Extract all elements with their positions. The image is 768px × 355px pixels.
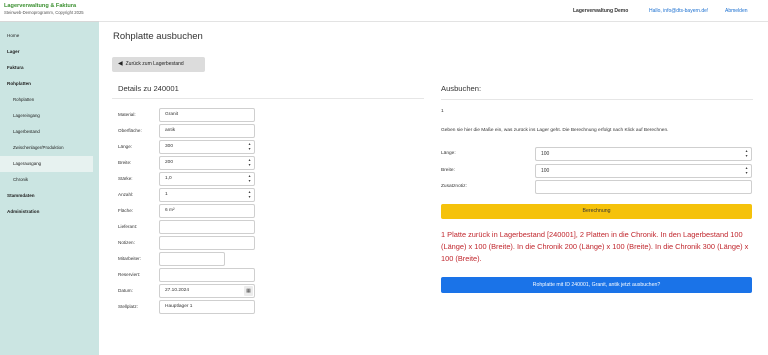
row-laenge: Länge: 100 ▲ ▼ (441, 147, 753, 161)
field-stellplatz-label: Stellplatz: (118, 304, 138, 309)
anzahl-field[interactable]: 1 ▲ ▼ (159, 188, 255, 202)
laenge-value: 300 (165, 144, 174, 149)
reserviert-field[interactable] (159, 268, 255, 282)
field-notizen-label: Notizen: (118, 240, 135, 245)
zusatznotiz-input[interactable] (535, 180, 752, 194)
caret-left-icon: ◀ (118, 61, 123, 67)
spinner-arrows-icon[interactable]: ▲ ▼ (246, 158, 253, 168)
sidebar-item-chronik[interactable]: Chronik (0, 172, 99, 188)
field-oberflaeche: Oberfläche: antik (118, 124, 258, 138)
sidebar-item-zwischenlager[interactable]: Zwischenlager/Produktion (0, 140, 99, 156)
field-staerke: Stärke: 1,0 ▲ ▼ (118, 172, 258, 186)
sidebar-item-faktura[interactable]: Faktura (0, 60, 99, 76)
field-datum-label: Datum: (118, 288, 133, 293)
lieferant-field[interactable] (159, 220, 255, 234)
ausbuchen-heading: Ausbuchen: (441, 84, 482, 93)
sidebar-nav: Home Lager Faktura Rohplatten Rohplatten… (0, 22, 99, 220)
field-lieferant-label: Lieferant: (118, 224, 138, 229)
sidebar-item-home[interactable]: Home (0, 28, 99, 44)
spinner-arrows-icon[interactable]: ▲ ▼ (246, 174, 253, 184)
zusatznotiz-label: Zusatznotiz: (441, 184, 467, 189)
ausbuchen-laenge-value: 100 (541, 151, 550, 157)
sidebar-item-rohplatten[interactable]: Rohplatten (0, 92, 99, 108)
stellplatz-field[interactable]: Hauptlager 1 (159, 300, 255, 314)
details-divider (112, 98, 424, 99)
field-oberflaeche-label: Oberfläche: (118, 128, 142, 133)
sidebar-item-lagerbestand[interactable]: Lagerbestand (0, 124, 99, 140)
berechnung-button[interactable]: Berechnung (441, 204, 752, 219)
breite-value: 200 (165, 160, 174, 165)
back-to-lagerbestand-button[interactable]: ◀ Zurück zum Lagerbestand (112, 57, 205, 72)
ausbuchen-breite-value: 100 (541, 168, 550, 174)
spinner-arrows-icon[interactable]: ▲ ▼ (246, 142, 253, 152)
details-heading: Details zu 240001 (118, 84, 179, 93)
ausbuchen-laenge-input[interactable]: 100 ▲ ▼ (535, 147, 752, 161)
calendar-icon[interactable]: ▦ (244, 286, 253, 296)
material-field[interactable]: Granit (159, 108, 255, 122)
sidebar-item-stammdaten[interactable]: Stammdaten (0, 188, 99, 204)
flaeche-field[interactable]: 6 m² (159, 204, 255, 218)
field-lieferant: Lieferant: (118, 220, 258, 234)
notizen-field[interactable] (159, 236, 255, 250)
page-title: Rohplatte ausbuchen (113, 31, 203, 42)
sidebar-item-lager[interactable]: Lager (0, 44, 99, 60)
sidebar-item-administration[interactable]: Administration (0, 204, 99, 220)
spinner-arrows-icon[interactable]: ▲ ▼ (246, 190, 253, 200)
field-mitarbeiter: Mitarbeiter: (118, 252, 258, 266)
field-reserviert-label: Reserviert: (118, 272, 141, 277)
oberflaeche-field[interactable]: antik (159, 124, 255, 138)
spinner-arrows-icon[interactable]: ▲ ▼ (743, 166, 750, 176)
breite-label: Breite: (441, 168, 455, 173)
main-content: Rohplatte ausbuchen ◀ Zurück zum Lagerbes… (99, 23, 768, 355)
field-anzahl-label: Anzahl: (118, 192, 134, 197)
row-breite: Breite: 100 ▲ ▼ (441, 164, 753, 178)
sidebar-item-rohplatten-group[interactable]: Rohplatten (0, 76, 99, 92)
brand: Lagerverwaltung & Faktura Steinweb-Demop… (0, 0, 99, 22)
staerke-value: 1,0 (165, 176, 172, 181)
brand-title[interactable]: Lagerverwaltung & Faktura (4, 3, 99, 10)
brand-subtitle: Steinweb-Demoprogramm, Copyright 2025 (4, 10, 84, 15)
sidebar: Lagerverwaltung & Faktura Steinweb-Demop… (0, 0, 99, 355)
sidebar-item-lagereingang[interactable]: Lagereingang (0, 108, 99, 124)
field-notizen: Notizen: (118, 236, 258, 250)
field-anzahl: Anzahl: 1 ▲ ▼ (118, 188, 258, 202)
field-stellplatz: Stellplatz: Hauptlager 1 (118, 300, 258, 314)
field-material-label: Material: (118, 112, 136, 117)
field-mitarbeiter-label: Mitarbeiter: (118, 256, 141, 261)
field-datum: Datum: 27.10.2024 ▦ (118, 284, 258, 298)
breite-field[interactable]: 200 ▲ ▼ (159, 156, 255, 170)
header-app-title: Lagerverwaltung Demo (573, 8, 629, 14)
laenge-label: Länge: (441, 151, 456, 156)
ausbuchen-instructions: Geben sie hier die Maße ein, was zurück … (441, 128, 669, 133)
row-zusatznotiz: Zusatznotiz: (441, 180, 753, 194)
spinner-arrows-icon[interactable]: ▲ ▼ (743, 149, 750, 159)
field-material: Material: Granit (118, 108, 258, 122)
header-user-link[interactable]: Hallo, info@dts-bayern.de! (649, 0, 708, 22)
back-button-label: Zurück zum Lagerbestand (125, 61, 184, 67)
field-breite: Breite: 200 ▲ ▼ (118, 156, 258, 170)
anzahl-value: 1 (165, 192, 168, 197)
ausbuchen-breite-input[interactable]: 100 ▲ ▼ (535, 164, 752, 178)
laenge-field[interactable]: 300 ▲ ▼ (159, 140, 255, 154)
field-staerke-label: Stärke: (118, 176, 133, 181)
confirm-ausbuchen-button[interactable]: Rohplatte mit ID 240001, Granit, antik j… (441, 277, 752, 293)
sidebar-item-lagerausgang[interactable]: Lagerausgang (0, 156, 93, 172)
field-reserviert: Reserviert: (118, 268, 258, 282)
ausbuchen-count: 1 (441, 109, 444, 114)
logout-link[interactable]: Abmelden (725, 0, 748, 22)
field-laenge-label: Länge: (118, 144, 133, 149)
field-laenge: Länge: 300 ▲ ▼ (118, 140, 258, 154)
datum-field[interactable]: 27.10.2024 ▦ (159, 284, 255, 298)
mitarbeiter-field[interactable] (159, 252, 225, 266)
datum-value: 27.10.2024 (165, 288, 190, 293)
field-flaeche: Fläche: 6 m² (118, 204, 258, 218)
field-flaeche-label: Fläche: (118, 208, 134, 213)
calculation-result: 1 Platte zurück in Lagerbestand [240001]… (441, 230, 749, 263)
field-breite-label: Breite: (118, 160, 132, 165)
staerke-field[interactable]: 1,0 ▲ ▼ (159, 172, 255, 186)
top-bar: Lagerverwaltung Demo Hallo, info@dts-bay… (99, 0, 768, 22)
ausbuchen-divider (441, 99, 753, 100)
